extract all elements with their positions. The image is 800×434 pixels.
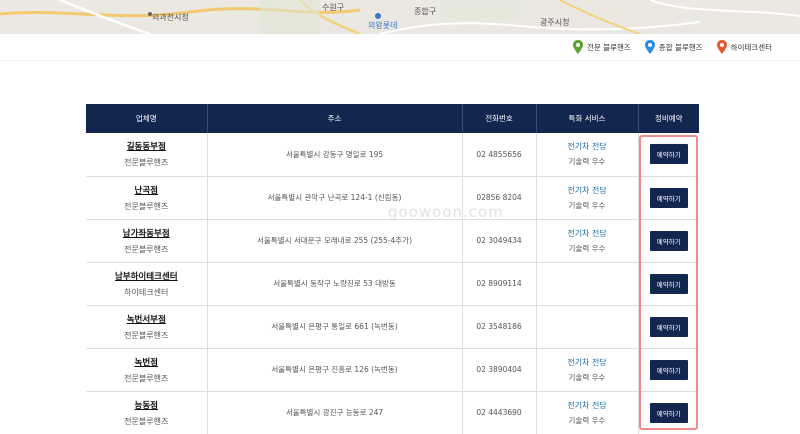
- service-main: 전기차 전담: [567, 400, 607, 410]
- service-main: 전기차 전담: [567, 142, 607, 152]
- store-type: 전문블루핸즈: [124, 416, 169, 426]
- store-name-link[interactable]: 녹번점: [86, 356, 207, 368]
- service-sub: 기술력 우수: [568, 243, 606, 253]
- table-row: 남가좌동부점전문블루핸즈 서울특별시 서대문구 모래내로 255 (255-4추…: [86, 219, 699, 263]
- store-table: 업체명 주소 전화번호 특화 서비스 정비예약 길동동부점전문블루핸즈 서울특별…: [86, 104, 699, 434]
- store-address: 서울특별시 강동구 명일로 195: [207, 133, 463, 177]
- store-phone: 02 8909114: [462, 262, 537, 306]
- legend-item-general[interactable]: 종합 블루핸즈: [644, 40, 703, 54]
- store-address: 서울특별시 동작구 노량진로 53 대방동: [207, 262, 463, 306]
- section-divider: [0, 60, 800, 61]
- store-type: 전문블루핸즈: [124, 373, 169, 383]
- store-name-link[interactable]: 남가좌동부점: [86, 227, 207, 239]
- store-phone: 02 4443690: [462, 391, 537, 434]
- map-legend: 전문 블루핸즈 종합 블루핸즈 하이테크센터: [573, 36, 772, 58]
- table-header-row: 업체명 주소 전화번호 특화 서비스 정비예약: [86, 104, 699, 133]
- map-pin-icon: [573, 40, 583, 54]
- store-name-link[interactable]: 녹번서부점: [86, 313, 207, 325]
- map-label-jonghap: 종합구: [414, 7, 437, 16]
- reserve-button[interactable]: 예약하기: [649, 316, 688, 337]
- store-type: 전문블루핸즈: [124, 244, 169, 254]
- watermark: goowoon.com: [388, 203, 504, 221]
- store-table-container: 업체명 주소 전화번호 특화 서비스 정비예약 길동동부점전문블루핸즈 서울특별…: [86, 104, 699, 434]
- service-main: 전기차 전담: [567, 185, 607, 195]
- legend-item-specialized[interactable]: 전문 블루핸즈: [573, 40, 631, 54]
- store-phone: 02 3049434: [462, 219, 537, 263]
- reserve-button[interactable]: 예약하기: [649, 230, 688, 251]
- table-row: 길동동부점전문블루핸즈 서울특별시 강동구 명일로 195 02 4855656…: [86, 133, 699, 177]
- service-main: 전기차 전담: [567, 357, 607, 367]
- header-special-service: 특화 서비스: [536, 104, 639, 133]
- reserve-button[interactable]: 예약하기: [649, 402, 688, 423]
- legend-label: 종합 블루핸즈: [658, 42, 703, 52]
- store-phone: 02 4855656: [462, 133, 537, 177]
- reserve-button[interactable]: 예약하기: [649, 144, 688, 165]
- legend-label: 전문 블루핸즈: [587, 42, 631, 52]
- service-sub: 기술력 우수: [568, 200, 606, 210]
- map-strip[interactable]: 의과천시청 수원구 의왕롯데 종합구 광주시청: [0, 0, 800, 34]
- service-sub: 기술력 우수: [568, 372, 606, 382]
- service-sub: 기술력 우수: [568, 157, 606, 167]
- store-address: 서울특별시 광진구 능동로 247: [207, 391, 463, 434]
- table-row: 녹번서부점전문블루핸즈 서울특별시 은평구 통일로 661 (녹번동) 02 3…: [86, 305, 699, 349]
- map-background: [0, 0, 800, 34]
- store-phone: 02 3548186: [462, 305, 537, 349]
- map-label-suwon: 수원구: [322, 3, 345, 12]
- header-phone: 전화번호: [462, 104, 537, 133]
- map-label-uiwang: 의왕롯데: [368, 21, 398, 30]
- legend-item-hitech[interactable]: 하이테크센터: [716, 40, 772, 54]
- store-type: 전문블루핸즈: [124, 330, 169, 340]
- store-name-link[interactable]: 길동동부점: [86, 140, 207, 152]
- map-pin-icon: [716, 40, 727, 54]
- store-phone: 02 3890404: [462, 348, 537, 392]
- store-address: 서울특별시 은평구 통일로 661 (녹번동): [207, 305, 463, 349]
- service-main: 전기차 전담: [567, 228, 607, 238]
- store-type: 전문블루핸즈: [124, 201, 169, 211]
- table-row: 능동점전문블루핸즈 서울특별시 광진구 능동로 247 02 4443690 전…: [86, 391, 699, 434]
- map-pin-icon: [644, 40, 655, 54]
- reserve-button[interactable]: 예약하기: [649, 273, 688, 294]
- store-type: 전문블루핸즈: [124, 158, 169, 168]
- map-label-gwacheon: 의과천시청: [152, 13, 189, 22]
- reserve-button[interactable]: 예약하기: [649, 187, 688, 208]
- store-address: 서울특별시 은평구 진흥로 126 (녹번동): [207, 348, 463, 392]
- store-address: 서울특별시 서대문구 모래내로 255 (255-4추가): [207, 219, 463, 263]
- store-name-link[interactable]: 남부하이테크센터: [86, 270, 207, 282]
- map-label-gwangju: 광주시청: [540, 18, 570, 27]
- service-sub: 기술력 우수: [568, 415, 606, 425]
- header-store-name: 업체명: [86, 104, 208, 133]
- legend-label: 하이테크센터: [730, 42, 772, 52]
- store-type: 하이테크센터: [124, 287, 169, 297]
- header-reservation: 정비예약: [638, 104, 699, 133]
- store-name-link[interactable]: 난곡점: [86, 184, 207, 196]
- table-row: 남부하이테크센터하이테크센터 서울특별시 동작구 노량진로 53 대방동 02 …: [86, 262, 699, 306]
- header-address: 주소: [207, 104, 463, 133]
- table-row: 녹번점전문블루핸즈 서울특별시 은평구 진흥로 126 (녹번동) 02 389…: [86, 348, 699, 392]
- store-name-link[interactable]: 능동점: [86, 399, 207, 411]
- reserve-button[interactable]: 예약하기: [649, 359, 688, 380]
